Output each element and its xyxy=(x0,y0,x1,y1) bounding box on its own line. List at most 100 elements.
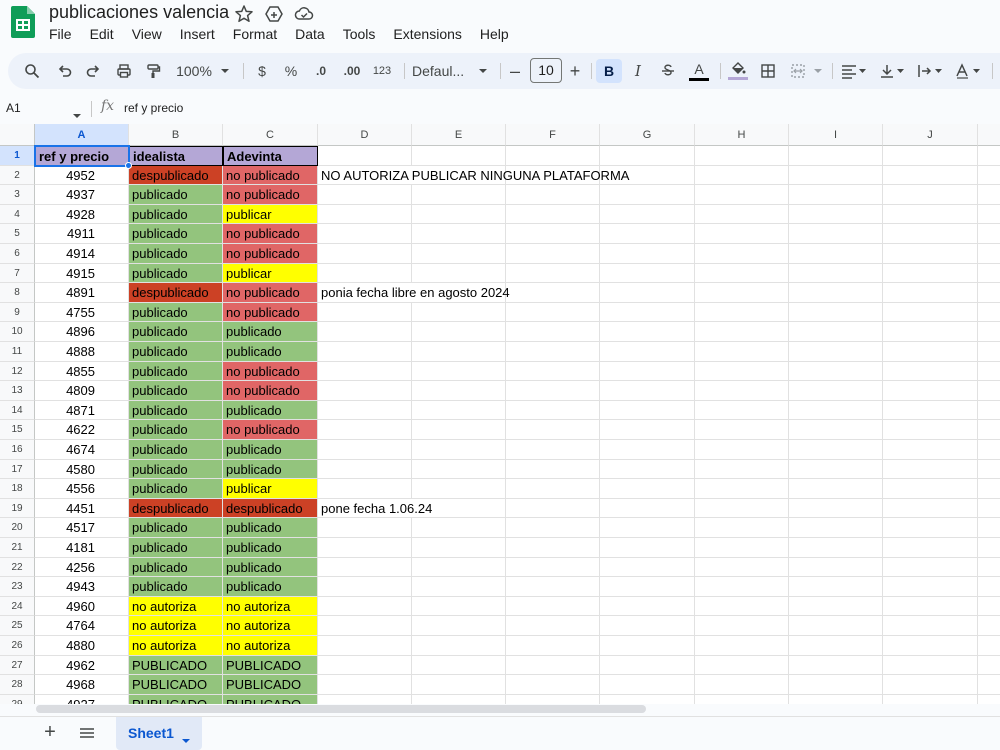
grid-cell[interactable] xyxy=(978,440,1000,460)
adevinta-status-cell[interactable]: publicar xyxy=(223,479,318,499)
grid-cell[interactable] xyxy=(600,342,695,362)
grid-cell[interactable] xyxy=(600,224,695,244)
idealista-status-cell[interactable]: despublicado xyxy=(129,283,223,303)
grid-cell[interactable] xyxy=(978,362,1000,382)
align-icon[interactable] xyxy=(837,59,871,83)
grid-cell[interactable] xyxy=(506,342,600,362)
grid-cell[interactable] xyxy=(506,302,600,323)
grid-cell[interactable] xyxy=(883,577,978,597)
column-header-g[interactable]: G xyxy=(600,124,695,146)
grid-cell[interactable] xyxy=(412,459,506,480)
grid-cell[interactable] xyxy=(412,322,506,342)
grid-cell[interactable] xyxy=(506,440,600,460)
grid-cell[interactable] xyxy=(789,263,883,284)
font-size-input[interactable]: 10 xyxy=(530,58,562,83)
fill-color-icon[interactable] xyxy=(726,59,750,83)
ref-cell[interactable]: 4960 xyxy=(35,596,129,617)
move-to-drive-icon[interactable] xyxy=(264,4,284,24)
row-header[interactable]: 23 xyxy=(0,577,35,597)
grid-cell[interactable] xyxy=(695,400,789,421)
header-cell[interactable]: idealista xyxy=(129,146,223,166)
note-cell[interactable] xyxy=(318,302,412,323)
grid-cell[interactable] xyxy=(883,655,978,676)
grid-cell[interactable] xyxy=(695,518,789,538)
grid-cell[interactable] xyxy=(412,224,506,244)
grid-cell[interactable] xyxy=(978,558,1000,578)
adevinta-status-cell[interactable]: publicado xyxy=(223,577,318,597)
ref-cell[interactable]: 4622 xyxy=(35,420,129,440)
grid-cell[interactable] xyxy=(506,244,600,264)
grid-cell[interactable] xyxy=(506,675,600,695)
grid-cell[interactable] xyxy=(695,675,789,695)
note-cell[interactable]: ponia fecha libre en agosto 2024 xyxy=(318,283,510,303)
grid-cell[interactable] xyxy=(506,361,600,382)
grid-cell[interactable] xyxy=(412,694,506,704)
name-box-dropdown-icon[interactable] xyxy=(72,106,82,124)
grid-cell[interactable] xyxy=(789,694,883,704)
idealista-status-cell[interactable]: despublicado xyxy=(129,165,223,186)
ref-cell[interactable]: 4914 xyxy=(35,244,129,264)
adevinta-status-cell[interactable]: publicado xyxy=(223,459,318,480)
fill-handle[interactable] xyxy=(125,161,132,169)
adevinta-status-cell[interactable]: publicado xyxy=(223,342,318,362)
grid-cell[interactable] xyxy=(883,322,978,342)
ref-cell[interactable]: 4517 xyxy=(35,518,129,538)
grid-cell[interactable] xyxy=(883,675,978,695)
adevinta-status-cell[interactable]: no publicado xyxy=(223,165,318,186)
idealista-status-cell[interactable]: publicado xyxy=(129,342,223,362)
row-header[interactable]: 16 xyxy=(0,440,35,460)
grid-cell[interactable] xyxy=(789,302,883,323)
grid-cell[interactable] xyxy=(978,303,1000,323)
idealista-status-cell[interactable]: publicado xyxy=(129,538,223,558)
grid-cell[interactable] xyxy=(412,577,506,597)
adevinta-status-cell[interactable]: no publicado xyxy=(223,224,318,244)
idealista-status-cell[interactable]: despublicado xyxy=(129,498,223,519)
adevinta-status-cell[interactable]: despublicado xyxy=(223,498,318,519)
row-header[interactable]: 25 xyxy=(0,616,35,636)
grid-cell[interactable] xyxy=(789,518,883,538)
grid-cell[interactable] xyxy=(695,459,789,480)
grid-cell[interactable] xyxy=(883,165,978,186)
idealista-status-cell[interactable]: publicado xyxy=(129,322,223,342)
ref-cell[interactable]: 4755 xyxy=(35,302,129,323)
grid-cell[interactable] xyxy=(695,655,789,676)
grid-cell[interactable] xyxy=(412,244,506,264)
text-wrap-icon[interactable] xyxy=(913,59,947,83)
ref-cell[interactable]: 4915 xyxy=(35,263,129,284)
strikethrough-icon[interactable] xyxy=(656,59,680,83)
header-cell[interactable]: ref y precio xyxy=(35,146,129,166)
grid-cell[interactable] xyxy=(412,204,506,225)
grid-cell[interactable] xyxy=(978,205,1000,225)
grid-cell[interactable] xyxy=(695,302,789,323)
grid-cell[interactable] xyxy=(883,694,978,704)
grid-cell[interactable] xyxy=(600,675,695,695)
grid-cell[interactable] xyxy=(695,204,789,225)
ref-cell[interactable]: 4556 xyxy=(35,479,129,499)
grid-cell[interactable] xyxy=(978,577,1000,597)
grid-cell[interactable] xyxy=(789,420,883,440)
grid-cell[interactable] xyxy=(695,165,789,186)
grid-cell[interactable] xyxy=(789,636,883,656)
grid-cell[interactable] xyxy=(600,694,695,704)
merge-dropdown-icon[interactable] xyxy=(811,59,825,83)
note-cell[interactable] xyxy=(318,557,412,578)
grid-cell[interactable] xyxy=(978,381,1000,401)
increase-decimal-button[interactable]: .00 xyxy=(339,59,365,83)
grid-cell[interactable] xyxy=(506,263,600,284)
grid-cell[interactable] xyxy=(506,694,600,704)
grid-cell[interactable] xyxy=(695,440,789,460)
grid-cell[interactable] xyxy=(412,557,506,578)
grid-cell[interactable] xyxy=(883,381,978,401)
grid-cell[interactable] xyxy=(318,146,412,166)
adevinta-status-cell[interactable]: no autoriza xyxy=(223,616,318,636)
grid-cell[interactable] xyxy=(695,498,789,519)
percent-format-button[interactable]: % xyxy=(281,59,301,83)
adevinta-status-cell[interactable]: PUBLICADO xyxy=(223,675,318,695)
grid-cell[interactable] xyxy=(789,675,883,695)
adevinta-status-cell[interactable]: no publicado xyxy=(223,283,318,303)
idealista-status-cell[interactable]: PUBLICADO xyxy=(129,675,223,695)
grid-cell[interactable] xyxy=(695,146,789,166)
grid-cell[interactable] xyxy=(506,400,600,421)
menu-data[interactable]: Data xyxy=(286,25,334,45)
font-size-decrease-button[interactable]: – xyxy=(506,59,524,83)
